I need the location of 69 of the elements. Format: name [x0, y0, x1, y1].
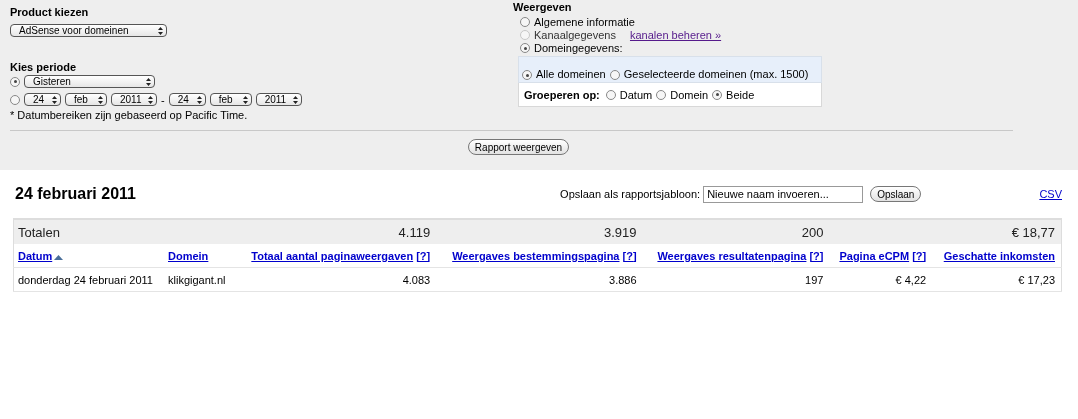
period-select[interactable]: Gisteren	[24, 75, 155, 88]
radio-button[interactable]	[656, 89, 667, 100]
table-cell: 4.083	[235, 267, 437, 292]
updown-arrow-icon	[148, 95, 153, 104]
totals-label: Totalen	[13, 219, 236, 244]
table-cell: € 4,22	[829, 267, 933, 292]
template-name-field[interactable]: Nieuwe naam invoeren...	[703, 185, 864, 203]
radio-button[interactable]	[10, 94, 20, 105]
column-header-link[interactable]: Weergaves resultatenpagina	[657, 249, 807, 262]
column-header-link[interactable]: Totaal aantal paginaweergaven	[251, 249, 414, 262]
sort-ascending-icon	[54, 254, 64, 260]
report-title: 24 februari 2011	[15, 185, 136, 203]
table-cell: 3.886	[436, 267, 643, 292]
section-label: Weergeven	[513, 1, 573, 13]
date-select[interactable]: feb	[209, 93, 252, 106]
radio-button[interactable]	[522, 70, 532, 80]
radio-label: Kanaalgegevens	[534, 29, 616, 41]
show-report-button[interactable]: Rapport weergeven	[467, 139, 570, 155]
date-select[interactable]: feb	[65, 93, 107, 106]
radio-label: Alle domeinen	[536, 68, 606, 80]
csv-link[interactable]: CSV	[1039, 188, 1062, 200]
help-link[interactable]: [?]	[416, 249, 431, 262]
radio-label: Datum	[619, 88, 653, 101]
save-template-label: Opslaan als rapportsjabloon:	[560, 188, 701, 200]
table-cell: donderdag 24 februari 2011	[13, 267, 164, 292]
section-label: Kies periode	[10, 61, 78, 73]
column-header-link[interactable]: Domein	[168, 249, 209, 262]
updown-arrow-icon	[146, 77, 151, 86]
table-cell: klikgigant.nl	[164, 267, 236, 292]
radio-button[interactable]	[520, 43, 530, 53]
table-cell: € 17,23	[932, 267, 1062, 292]
timezone-note: * Datumbereiken zijn gebaseerd op Pacific Time.	[10, 109, 249, 121]
product-select[interactable]: AdSense voor domeinen	[10, 24, 167, 37]
column-header-link[interactable]: Datum	[18, 249, 53, 262]
updown-arrow-icon	[158, 26, 163, 35]
help-link[interactable]: [?]	[622, 249, 637, 262]
table-cell: 197	[642, 267, 830, 292]
date-select[interactable]: 24	[24, 93, 61, 106]
date-select[interactable]: 2011	[255, 93, 302, 106]
radio-button[interactable]	[10, 76, 20, 87]
radio-label: Domeingegevens:	[534, 42, 623, 54]
column-header-link[interactable]: Pagina eCPM	[839, 249, 910, 262]
date-select[interactable]: 2011	[111, 93, 157, 106]
help-link[interactable]: [?]	[912, 249, 927, 262]
radio-button[interactable]	[609, 70, 620, 80]
total-cell: € 18,77	[932, 219, 1062, 244]
radio-label: Geselecteerde domeinen (max. 1500)	[623, 68, 809, 80]
group-label: Groeperen op:	[524, 88, 600, 101]
updown-arrow-icon	[98, 95, 103, 104]
column-header-link[interactable]: Weergaves bestemmingspagina	[452, 249, 620, 262]
range-separator: -	[161, 93, 165, 106]
radio-label: Beide	[726, 88, 755, 101]
radio-button[interactable]	[605, 89, 616, 100]
help-link[interactable]: [?]	[809, 249, 824, 262]
radio-button[interactable]	[712, 89, 723, 100]
updown-arrow-icon	[52, 95, 57, 104]
total-cell: 4.119	[235, 219, 437, 244]
total-cell: 200	[642, 219, 830, 244]
updown-arrow-icon	[292, 95, 298, 104]
radio-label: Algemene informatie	[534, 16, 635, 28]
radio-label: Domein	[670, 88, 709, 101]
column-header-link[interactable]: Geschatte inkomsten	[943, 249, 1055, 262]
save-button[interactable]: Opslaan	[870, 186, 922, 202]
date-select[interactable]: 24	[168, 93, 206, 106]
section-label: Product kiezen	[10, 6, 90, 18]
total-cell: 3.919	[436, 219, 643, 244]
radio-button[interactable]	[520, 17, 530, 27]
updown-arrow-icon	[196, 95, 202, 104]
updown-arrow-icon	[242, 95, 248, 104]
